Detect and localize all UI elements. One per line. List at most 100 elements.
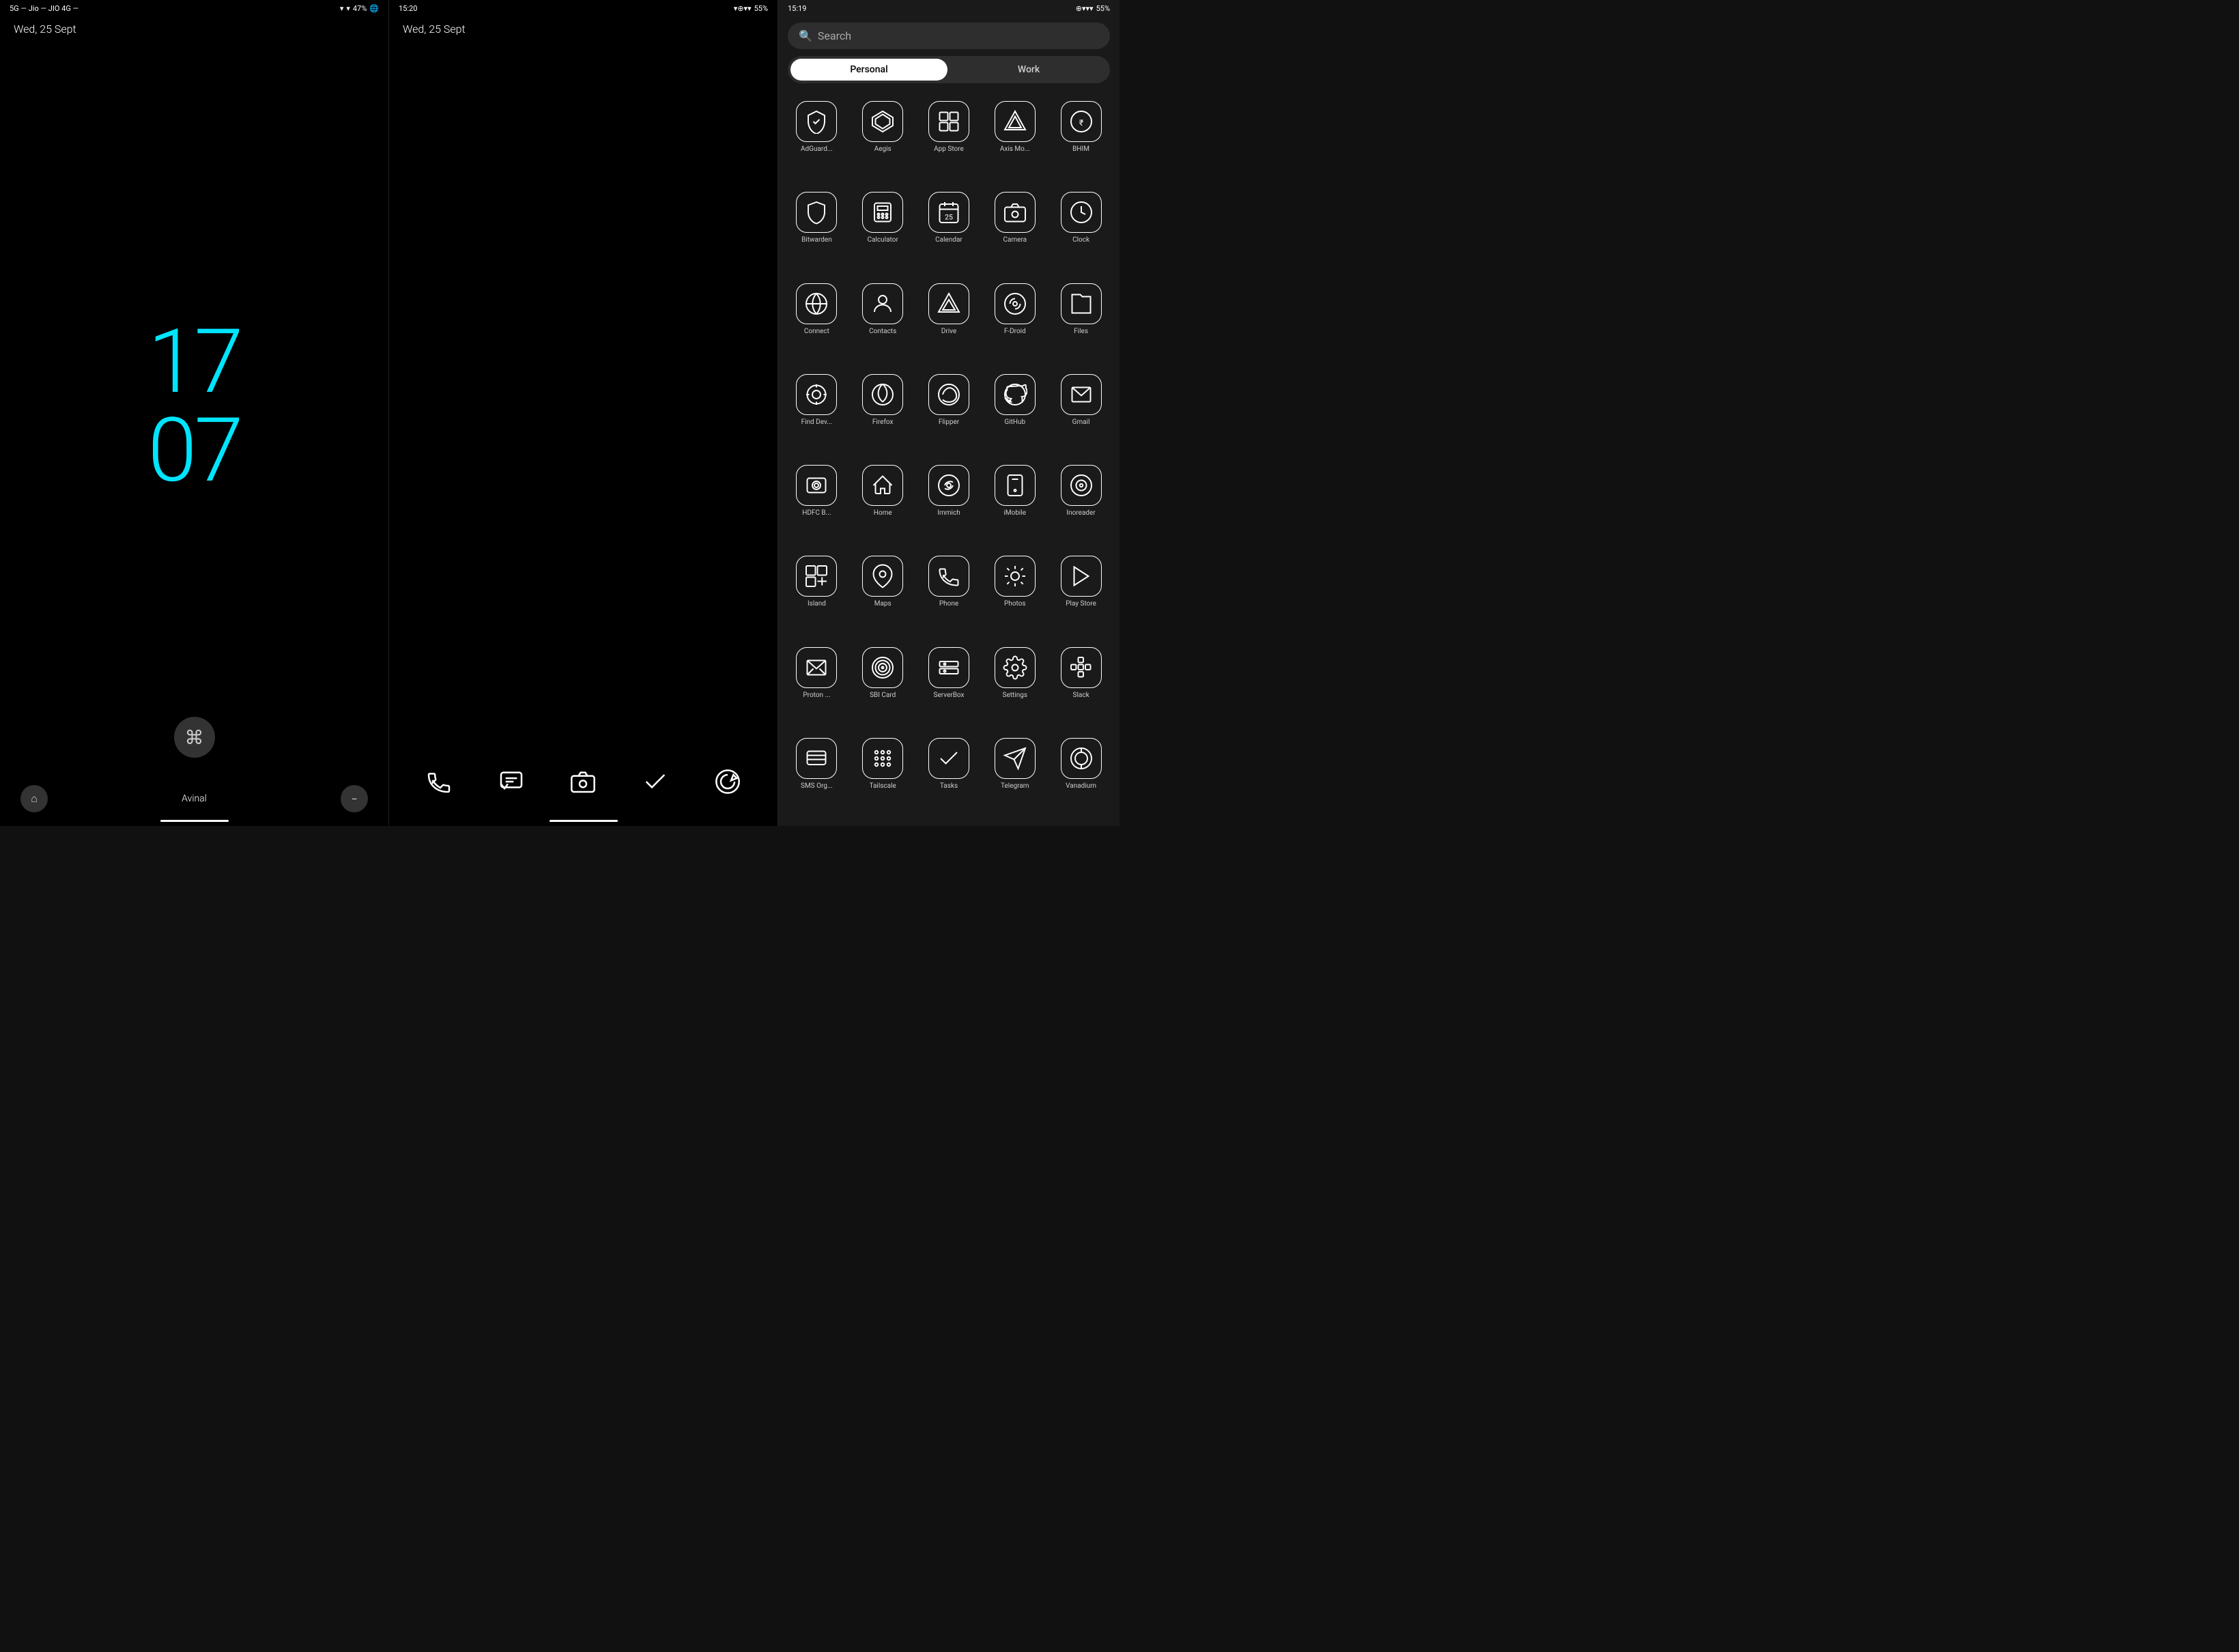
app-item-fdroid[interactable]: F-Droid (982, 276, 1048, 367)
minus-button[interactable]: − (341, 785, 368, 812)
app-item-bhim[interactable]: ₹ BHIM (1048, 94, 1114, 185)
app-label-playstore: Play Store (1066, 600, 1096, 608)
app-item-inoreader[interactable]: Inoreader (1048, 458, 1114, 549)
status-right-2: ▾⊕▾▾ 55% (734, 4, 768, 13)
app-item-tailscale[interactable]: Tailscale (850, 731, 916, 822)
clock-minutes: 07 (147, 406, 240, 495)
app-item-home[interactable]: Home (850, 458, 916, 549)
app-icon-wrap-bhim: ₹ (1061, 101, 1102, 142)
app-item-contacts[interactable]: Contacts (850, 276, 916, 367)
dock-camera[interactable] (566, 765, 600, 799)
app-label-clock: Clock (1072, 236, 1089, 244)
status-right-3: ⊕▾▾▾ 55% (1076, 4, 1110, 13)
app-item-calendar[interactable]: 25 Calendar (916, 185, 982, 276)
app-label-drive: Drive (941, 328, 956, 335)
dock-area (389, 751, 778, 826)
status-time-3: 15:19 (788, 4, 806, 13)
messages-icon (498, 768, 525, 795)
app-item-camera[interactable]: Camera (982, 185, 1048, 276)
app-item-immich[interactable]: Immich (916, 458, 982, 549)
phone-icon (425, 768, 453, 795)
app-item-calculator[interactable]: Calculator (850, 185, 916, 276)
app-icon-wrap-tailscale (862, 738, 903, 779)
tab-work[interactable]: Work (950, 59, 1107, 81)
app-item-adguard[interactable]: AdGuard... (784, 94, 850, 185)
app-item-sbicard[interactable]: SBI Card (850, 640, 916, 731)
app-icon-wrap-fdroid (995, 283, 1036, 324)
app-icon-wrap-firefox (862, 374, 903, 415)
app-item-imobile[interactable]: iMobile (982, 458, 1048, 549)
app-item-finddev[interactable]: Find Dev... (784, 367, 850, 458)
app-item-files[interactable]: Files (1048, 276, 1114, 367)
app-icon-wrap-hdfc (796, 465, 837, 506)
app-item-playstore[interactable]: Play Store (1048, 549, 1114, 640)
app-icon-wrap-tasks (928, 738, 969, 779)
bottom-nav-1: ⌂ Avinal − (0, 778, 388, 826)
dock-phone[interactable] (422, 765, 456, 799)
app-item-telegram[interactable]: Telegram (982, 731, 1048, 822)
status-bar-1: 5G — Jio — JIO 4G — ▾ ▾ 47% 🌐 (0, 0, 388, 17)
app-item-serverbox[interactable]: ServerBox (916, 640, 982, 731)
app-item-bitwarden[interactable]: Bitwarden (784, 185, 850, 276)
app-item-drive[interactable]: Drive (916, 276, 982, 367)
status-right-1: ▾ ▾ 47% 🌐 (340, 4, 379, 13)
app-label-smsorg: SMS Org... (801, 782, 833, 790)
app-label-gmail: Gmail (1072, 418, 1090, 426)
app-label-immich: Immich (937, 509, 960, 517)
app-icon-wrap-calculator (862, 192, 903, 233)
app-item-proton[interactable]: Proton ... (784, 640, 850, 731)
app-icon-wrap-calendar: 25 (928, 192, 969, 233)
dock-fdroid[interactable] (711, 765, 745, 799)
app-icon-wrap-island (796, 556, 837, 597)
app-label-flipper: Flipper (939, 418, 959, 426)
app-icon-wrap-inoreader (1061, 465, 1102, 506)
fingerprint-button[interactable]: ⌘ (174, 717, 215, 758)
battery-2: 55% (754, 4, 768, 13)
app-label-telegram: Telegram (1001, 782, 1029, 790)
app-item-appstore[interactable]: App Store (916, 94, 982, 185)
app-icon-wrap-vanadium (1061, 738, 1102, 779)
app-label-inoreader: Inoreader (1066, 509, 1095, 517)
dock-messages[interactable] (494, 765, 528, 799)
app-item-connect[interactable]: Connect (784, 276, 850, 367)
app-item-settings[interactable]: Settings (982, 640, 1048, 731)
app-label-maps: Maps (874, 600, 892, 608)
home-button[interactable]: ⌂ (20, 785, 48, 812)
app-item-github[interactable]: GitHub (982, 367, 1048, 458)
app-icon-wrap-sbicard (862, 647, 903, 688)
app-label-settings: Settings (1003, 692, 1028, 699)
app-item-slack[interactable]: Slack (1048, 640, 1114, 731)
app-item-aegis[interactable]: Aegis (850, 94, 916, 185)
app-label-tasks: Tasks (940, 782, 958, 790)
earth-icon: 🌐 (369, 4, 379, 13)
app-label-imobile: iMobile (1003, 509, 1026, 517)
tab-personal[interactable]: Personal (790, 59, 947, 81)
app-item-axis[interactable]: Axis Mo... (982, 94, 1048, 185)
app-icon-wrap-home (862, 465, 903, 506)
app-icon-wrap-slack (1061, 647, 1102, 688)
app-icon-wrap-finddev (796, 374, 837, 415)
app-item-clock[interactable]: Clock (1048, 185, 1114, 276)
dock-tasks[interactable] (638, 765, 672, 799)
app-item-vanadium[interactable]: Vanadium (1048, 731, 1114, 822)
app-item-island[interactable]: Island (784, 549, 850, 640)
app-label-hdfc: HDFC B... (802, 509, 831, 517)
app-icon-wrap-connect (796, 283, 837, 324)
app-item-photos[interactable]: Photos (982, 549, 1048, 640)
search-bar[interactable]: 🔍 Search (788, 23, 1110, 49)
app-item-maps[interactable]: Maps (850, 549, 916, 640)
app-icon-wrap-playstore (1061, 556, 1102, 597)
app-item-firefox[interactable]: Firefox (850, 367, 916, 458)
svg-text:25: 25 (945, 213, 953, 222)
app-item-smsorg[interactable]: SMS Org... (784, 731, 850, 822)
app-label-camera: Camera (1003, 236, 1027, 244)
app-item-hdfc[interactable]: HDFC B... (784, 458, 850, 549)
app-item-gmail[interactable]: Gmail (1048, 367, 1114, 458)
app-label-axis: Axis Mo... (1000, 145, 1030, 153)
status-bar-3: 15:19 ⊕▾▾▾ 55% (778, 0, 1120, 17)
app-item-flipper[interactable]: Flipper (916, 367, 982, 458)
app-item-phone[interactable]: Phone (916, 549, 982, 640)
app-label-tailscale: Tailscale (870, 782, 896, 790)
status-bar-2: 15:20 ▾⊕▾▾ 55% (389, 0, 778, 17)
app-item-tasks[interactable]: Tasks (916, 731, 982, 822)
